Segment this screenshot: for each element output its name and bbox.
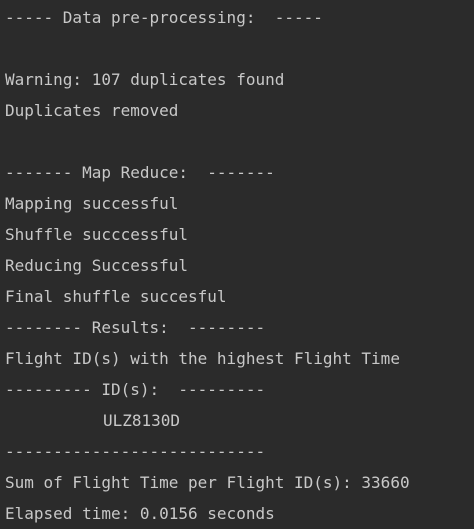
console-line-header-preprocessing: ----- Data pre-processing: ----- [5,8,323,27]
console-line-reducing: Reducing Successful [5,256,189,275]
console-line-highest-flight-time: Flight ID(s) with the highest Flight Tim… [5,349,400,368]
console-line-sum-flight-time: Sum of Flight Time per Flight ID(s): 336… [5,473,410,492]
console-line-header-results: -------- Results: -------- [5,318,266,337]
console-line-warning: Warning: 107 duplicates found [5,70,285,89]
console-line-header-map-reduce: ------- Map Reduce: ------- [5,163,275,182]
console-line-flight-id: ULZ8130D [103,411,181,430]
console-line-header-ids: --------- ID(s): --------- [5,380,266,399]
console-line-final-shuffle: Final shuffle succesful [5,287,227,306]
console-line-duplicates-removed: Duplicates removed [5,101,179,120]
console-line-separator: --------------------------- [5,442,266,461]
console-line-elapsed-time: Elapsed time: 0.0156 seconds [5,504,275,523]
console-output[interactable]: ----- Data pre-processing: ----- Warning… [0,0,474,523]
console-line-shuffle: Shuffle succcessful [5,225,189,244]
console-line-mapping: Mapping successful [5,194,179,213]
